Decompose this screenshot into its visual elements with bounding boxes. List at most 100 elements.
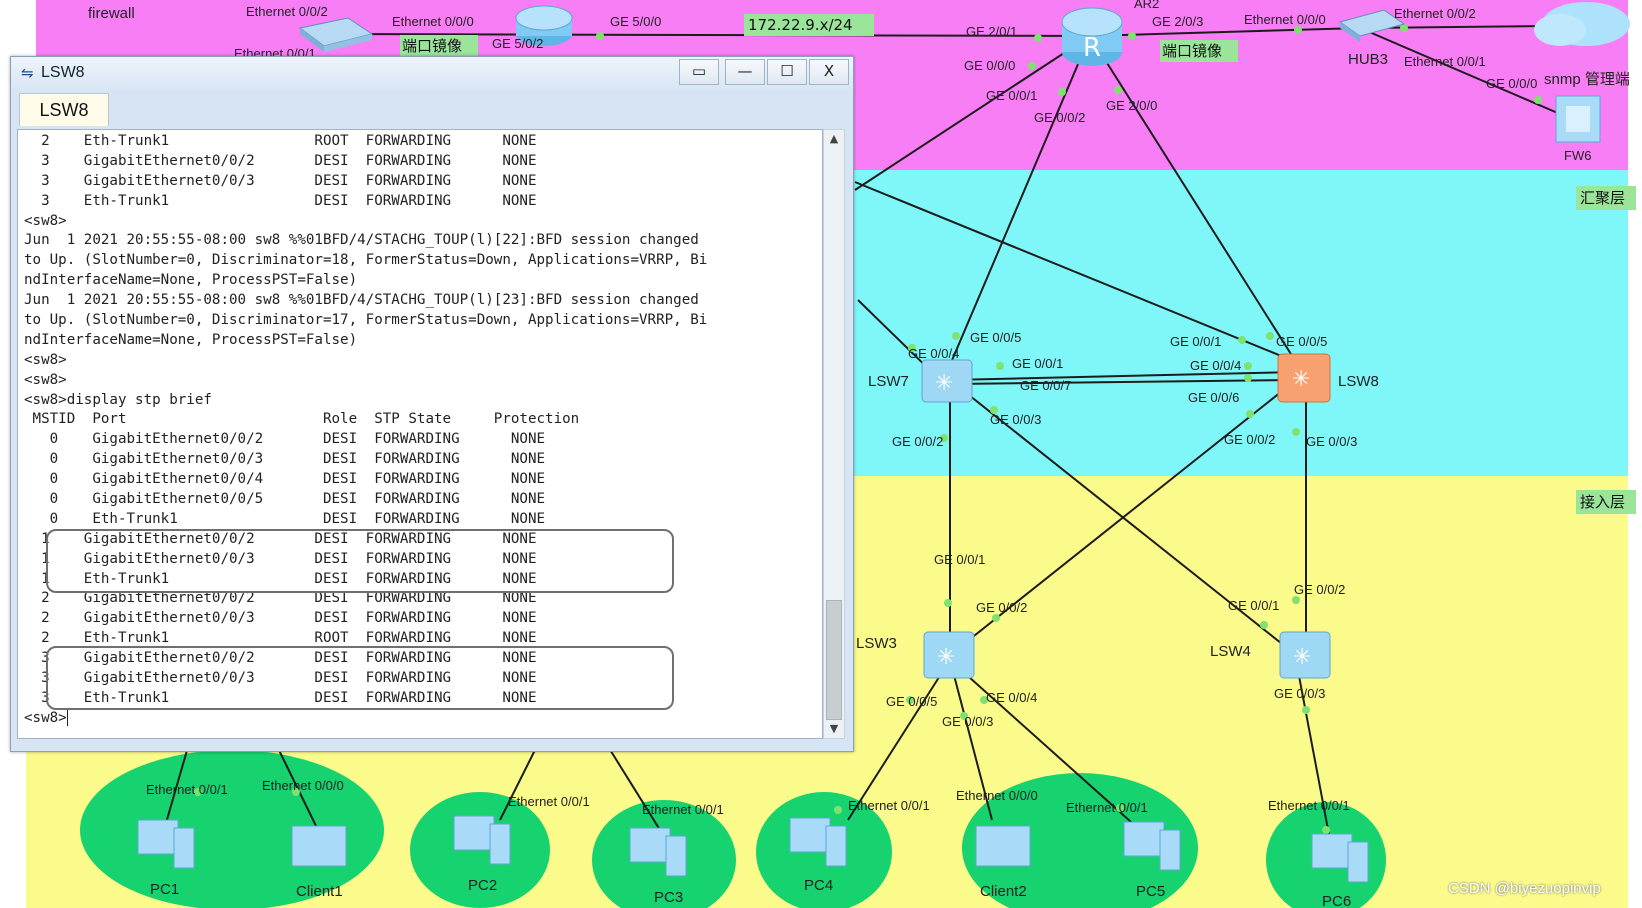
lsw3-switch-icon[interactable]: ✳ — [923, 631, 975, 679]
terminal-line: 3 GigabitEthernet0/0/3 DESI FORWARDING N… — [24, 172, 537, 189]
terminal-line: 3 Eth-Trunk1 DESI FORWARDING NONE — [24, 192, 537, 209]
svg-text:✳: ✳ — [1292, 367, 1310, 392]
svg-text:R: R — [1083, 33, 1101, 63]
subnet-tag: 172.22.9.x/24 — [748, 16, 853, 34]
terminal-titlebar[interactable]: ⇋ LSW8 ▭ — ☐ X — [11, 57, 853, 89]
port-label: Ethernet 0/0/0 — [392, 14, 474, 29]
terminal-line: <sw8> — [24, 371, 67, 388]
port-label: Ethernet 0/0/1 — [1404, 54, 1486, 69]
port-label: Ethernet 0/0/0 — [956, 788, 1038, 803]
lsw7-label: LSW7 — [868, 373, 909, 390]
terminal-line: 0 Eth-Trunk1 DESI FORWARDING NONE — [24, 510, 546, 527]
scroll-thumb[interactable] — [826, 600, 842, 720]
port-label: Ethernet 0/0/1 — [1268, 798, 1350, 813]
port-label: GE 0/0/0 — [1486, 76, 1537, 91]
port-label: GE 0/0/6 — [1188, 390, 1239, 405]
lsw8-switch-icon[interactable]: ✳ — [1277, 353, 1331, 403]
port-label: GE 0/0/1 — [1012, 356, 1063, 371]
port-label: GE 0/0/0 — [964, 58, 1015, 73]
close-button[interactable]: X — [809, 59, 849, 85]
maximize-button[interactable]: ☐ — [767, 59, 807, 85]
terminal-line: Jun 1 2021 20:55:55-08:00 sw8 %%01BFD/4/… — [24, 232, 699, 249]
port-label: GE 0/0/4 — [986, 690, 1037, 705]
port-label: GE 0/0/4 — [908, 346, 959, 361]
mirror-tag-2: 端口镜像 — [1162, 42, 1222, 60]
terminal-line: Jun 1 2021 20:55:55-08:00 sw8 %%01BFD/4/… — [24, 292, 699, 309]
port-label: GE 0/0/7 — [1020, 378, 1071, 393]
port-label: GE 0/0/2 — [892, 434, 943, 449]
terminal-line: 0 GigabitEthernet0/0/5 DESI FORWARDING N… — [24, 491, 546, 508]
ar2-router-icon[interactable]: R — [1061, 7, 1123, 66]
firewall-label: firewall — [88, 5, 135, 22]
restore-button[interactable]: ▭ — [679, 59, 719, 85]
port-label: GE 5/0/0 — [610, 14, 661, 29]
terminal-scrollbar[interactable]: ▲ ▼ — [823, 129, 845, 739]
terminal-line: 2 Eth-Trunk1 ROOT FORWARDING NONE — [24, 133, 537, 149]
terminal-window[interactable]: ⇋ LSW8 ▭ — ☐ X LSW8 2 Eth-Trunk1 ROOT FO… — [10, 56, 854, 752]
terminal-line: <sw8> — [24, 212, 67, 229]
port-label: Ethernet 0/0/0 — [1244, 12, 1326, 27]
port-label: Ethernet 0/0/1 — [1066, 800, 1148, 815]
port-label: GE 0/0/3 — [1274, 686, 1325, 701]
port-label: Ethernet 0/0/2 — [246, 4, 328, 19]
terminal-line: <sw8> — [24, 709, 68, 726]
port-label: GE 0/0/3 — [990, 412, 1041, 427]
lsw8-label: LSW8 — [1338, 373, 1379, 390]
text-cursor — [66, 709, 68, 726]
aggregation-label: 汇聚层 — [1580, 189, 1625, 207]
client2-label: Client2 — [980, 883, 1027, 900]
tab-lsw8[interactable]: LSW8 — [19, 93, 109, 126]
pc4-label: PC4 — [804, 877, 833, 894]
port-label: GE 0/0/4 — [1190, 358, 1241, 373]
pc3-label: PC3 — [654, 889, 683, 906]
access-label: 接入层 — [1580, 493, 1625, 511]
terminal-line: to Up. (SlotNumber=0, Discriminator=18, … — [24, 252, 708, 269]
port-label: Ethernet 0/0/1 — [508, 794, 590, 809]
snmp-label: snmp 管理端 — [1544, 71, 1630, 88]
terminal-line: ndInterfaceName=None, ProcessPST=False) — [24, 272, 358, 289]
scroll-up-icon[interactable]: ▲ — [824, 130, 844, 148]
terminal-title: LSW8 — [41, 64, 85, 81]
port-label: GE 0/0/2 — [1034, 110, 1085, 125]
port-label: GE 0/0/2 — [1224, 432, 1275, 447]
port-label: Ethernet 0/0/0 — [262, 778, 344, 793]
hub3-label: HUB3 — [1348, 51, 1388, 68]
client2-icon[interactable] — [975, 825, 1031, 867]
port-label: GE 0/0/1 — [1170, 334, 1221, 349]
terminal-line: 0 GigabitEthernet0/0/4 DESI FORWARDING N… — [24, 471, 546, 488]
terminal-line: 3 GigabitEthernet0/0/2 DESI FORWARDING N… — [24, 152, 537, 169]
lsw7-switch-icon[interactable]: ✳ — [921, 359, 973, 403]
port-label: GE 2/0/1 — [966, 24, 1017, 39]
terminal-screen[interactable]: 2 Eth-Trunk1 ROOT FORWARDING NONE 3 Giga… — [17, 129, 823, 739]
pc2-label: PC2 — [468, 877, 497, 894]
port-label: Ethernet 0/0/1 — [642, 802, 724, 817]
pc6-label: PC6 — [1322, 893, 1351, 908]
port-label: Ethernet 0/0/1 — [146, 782, 228, 797]
lsw4-switch-icon[interactable]: ✳ — [1279, 631, 1331, 679]
port-label: GE 0/0/3 — [942, 714, 993, 729]
port-label: GE 2/0/3 — [1152, 14, 1203, 29]
port-label: GE 0/0/1 — [1228, 598, 1279, 613]
minimize-button[interactable]: — — [725, 59, 765, 85]
fw6-firewall-icon[interactable] — [1555, 95, 1601, 143]
terminal-line: <sw8>display stp brief — [24, 391, 212, 408]
port-label: GE 0/0/1 — [934, 552, 985, 567]
port-label: Ethernet 0/0/2 — [1394, 6, 1476, 21]
port-label: GE 0/0/3 — [1306, 434, 1357, 449]
svg-text:✳: ✳ — [1293, 645, 1311, 670]
terminal-app-icon: ⇋ — [21, 64, 34, 82]
pc1-label: PC1 — [150, 881, 179, 898]
port-label: GE 0/0/1 — [986, 88, 1037, 103]
port-label: GE 0/0/5 — [970, 330, 1021, 345]
terminal-line: to Up. (SlotNumber=0, Discriminator=17, … — [24, 312, 708, 329]
terminal-line: MSTID Port Role STP State Protection — [24, 411, 580, 428]
client1-icon[interactable] — [291, 825, 347, 867]
lsw4-label: LSW4 — [1210, 643, 1251, 660]
terminal-output: 2 Eth-Trunk1 ROOT FORWARDING NONE 3 Giga… — [24, 132, 707, 729]
terminal-tabbar: LSW8 — [15, 89, 847, 127]
pc5-label: PC5 — [1136, 883, 1165, 900]
port-label: GE 0/0/5 — [1276, 334, 1327, 349]
terminal-line: 0 GigabitEthernet0/0/3 DESI FORWARDING N… — [24, 451, 546, 468]
client1-label: Client1 — [296, 883, 343, 900]
scroll-down-icon[interactable]: ▼ — [824, 720, 844, 738]
